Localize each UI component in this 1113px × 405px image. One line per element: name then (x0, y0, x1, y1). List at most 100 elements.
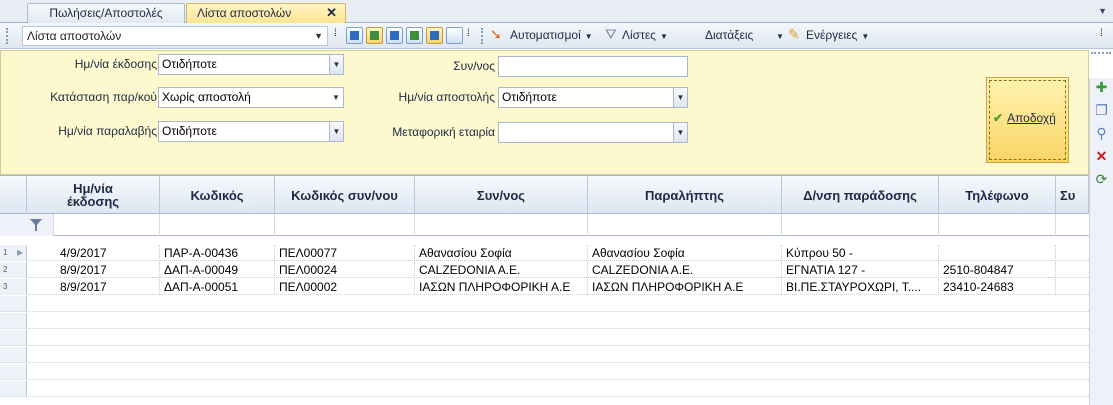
column-header-delivery-address[interactable]: Δ/νση παράδοσης (782, 176, 939, 214)
orders-dropdown-arrow[interactable]: ▼ (772, 28, 784, 42)
actions-menu[interactable]: Ενέργειες ▼ (806, 28, 869, 42)
table-row[interactable]: 3 8/9/2017 ΔΑΠ-Α-00051 ΠΕΛ00002 ΙΑΣΩΝ ΠΛ… (0, 279, 1089, 295)
toolbar-overflow-icon-2[interactable]: ⁞ (467, 28, 470, 39)
current-row-arrow-icon: ▶ (17, 248, 24, 257)
issue-date-combo[interactable]: Οτιδήποτε ▼ (158, 54, 344, 75)
cell-code[interactable]: ΔΑΠ-Α-00051 (160, 279, 275, 295)
carrier-combo[interactable]: ▼ (498, 122, 688, 143)
orders-menu[interactable]: Διατάξεις (705, 28, 753, 42)
add-icon[interactable]: ✚ (1094, 80, 1109, 95)
cell-phone[interactable]: 23410-24683 (939, 279, 1056, 295)
cell-issue-date[interactable]: 4/9/2017 (56, 245, 160, 261)
filter-cell-address[interactable] (782, 214, 939, 236)
cell-partner-code[interactable]: ΠΕΛ00077 (275, 245, 415, 261)
filter-cell-recipient[interactable] (588, 214, 782, 236)
table-row[interactable]: 2 8/9/2017 ΔΑΠ-Α-00049 ΠΕΛ00024 CALZEDON… (0, 262, 1089, 278)
automations-menu[interactable]: Αυτοματισμοί ▼ (510, 28, 593, 42)
filter-cell-partner[interactable] (415, 214, 588, 236)
send-date-value: Οτιδήποτε (502, 90, 557, 104)
side-toolbar: ✚ ❐ ⚲ ✕ ⟳ (1089, 78, 1113, 405)
cell-partner-code[interactable]: ΠΕΛ00002 (275, 279, 415, 295)
cell-partner[interactable]: Αθανασίου Σοφία (415, 245, 588, 261)
document-tab-strip: Πωλήσεις/Αποστολές Λίστα αποστολών ✕ ▼ (0, 0, 1113, 23)
delete-icon[interactable]: ✕ (1094, 149, 1109, 164)
side-toolbar-grip-icon[interactable] (1091, 52, 1111, 56)
partner-label: Συν/νος (453, 59, 495, 73)
checkmark-icon: ✔ (993, 111, 1004, 125)
cell-recipient[interactable]: CALZEDONIA A.E. (588, 262, 782, 278)
column-header-recipient[interactable]: Παραλήπτης (588, 176, 782, 214)
row-indicator[interactable]: 2 (0, 262, 27, 278)
tab-shipment-list[interactable]: Λίστα αποστολών ✕ (186, 3, 346, 23)
preview-icon[interactable] (446, 27, 463, 44)
column-header-issue-date[interactable]: Ημ/νία έκδοσης (27, 176, 160, 214)
export-excel-icon[interactable] (406, 27, 423, 44)
automation-icon: ➘ (490, 26, 502, 42)
tab-close-icon[interactable]: ✕ (326, 4, 337, 22)
cell-recipient[interactable]: Αθανασίου Σοφία (588, 245, 782, 261)
row-indicator[interactable]: 1 ▶ (0, 245, 27, 261)
order-status-combo[interactable]: Χωρίς αποστολή ▼ (158, 87, 344, 108)
cell-address[interactable]: ΕΓΝΑΤΙΑ 127 - (782, 262, 939, 278)
cell-partner-code[interactable]: ΠΕΛ00024 (275, 262, 415, 278)
chevron-down-icon[interactable]: ▼ (673, 88, 687, 107)
search-icon[interactable]: ⚲ (1094, 126, 1109, 141)
cell-partner[interactable]: ΙΑΣΩΝ ΠΛΗΡΟΦΟΡΙΚΗ Α.Ε (415, 279, 588, 295)
cell-address[interactable]: Κύπρου 50 - (782, 245, 939, 261)
orders-menu-label: Διατάξεις (705, 28, 754, 42)
grid-header: Ημ/νία έκδοσης Κωδικός Κωδικός συν/νου Σ… (0, 176, 1089, 214)
automations-menu-label: Αυτοματισμοί (510, 28, 581, 42)
column-header-phone[interactable]: Τηλέφωνο (939, 176, 1056, 214)
cell-address[interactable]: ΒΙ.ΠΕ.ΣΤΑΥΡΟΧΩΡΙ, Τ.... (782, 279, 939, 295)
column-chooser-icon[interactable] (386, 27, 403, 44)
tab-shipment-list-label: Λίστα αποστολών (197, 6, 292, 20)
column-header-partner-code[interactable]: Κωδικός συν/νου (275, 176, 415, 214)
row-indicator[interactable]: 3 (0, 279, 27, 295)
row-indicator (0, 296, 27, 312)
cell-phone[interactable]: 2510-804847 (939, 262, 1056, 278)
copy-icon[interactable]: ❐ (1094, 103, 1109, 118)
chevron-down-icon: ▼ (584, 32, 593, 41)
cell-recipient[interactable]: ΙΑΣΩΝ ΠΛΗΡΟΦΟΡΙΚΗ Α.Ε (588, 279, 782, 295)
view-selector-combo[interactable]: Λίστα αποστολών ▼ (22, 26, 328, 46)
column-header-code[interactable]: Κωδικός (160, 176, 275, 214)
filter-panel-toggle-icon[interactable] (366, 27, 383, 44)
receipt-date-combo[interactable]: Οτιδήποτε ▼ (158, 121, 344, 142)
chevron-down-icon[interactable]: ▼ (314, 27, 323, 45)
chevron-down-icon[interactable]: ▼ (673, 123, 687, 142)
accept-button[interactable]: ✔ Αποδοχή (986, 77, 1069, 163)
toolbar-grip-icon-2[interactable] (481, 28, 484, 44)
accept-button-content: ✔ Αποδοχή (993, 111, 1056, 125)
cell-code[interactable]: ΔΑΠ-Α-00049 (160, 262, 275, 278)
cell-partner[interactable]: CALZEDONIA A.E. (415, 262, 588, 278)
filter-cell-phone[interactable] (939, 214, 1056, 236)
group-panel-icon[interactable] (426, 27, 443, 44)
funnel-icon[interactable] (30, 219, 42, 231)
grid-view-icon[interactable] (346, 27, 363, 44)
toolbar-overflow-icon[interactable]: ⁞ (334, 28, 337, 39)
tab-sales-shipments[interactable]: Πωλήσεις/Αποστολές (27, 3, 185, 23)
toolbar-overflow-icon-3[interactable]: ⁞ (1100, 28, 1103, 39)
actions-menu-label: Ενέργειες (806, 28, 858, 42)
lists-funnel-icon: ⛛ (605, 26, 617, 42)
partner-input[interactable] (498, 56, 688, 77)
tab-overflow-chevron-icon[interactable]: ▼ (1098, 6, 1107, 16)
filter-cell-issue-date[interactable] (54, 214, 160, 236)
toolbar-grip-icon[interactable] (6, 28, 9, 44)
cell-issue-date[interactable]: 8/9/2017 (56, 262, 160, 278)
column-header-partner[interactable]: Συν/νος (415, 176, 588, 214)
table-row[interactable]: 1 ▶ 4/9/2017 ΠΑΡ-Α-00436 ΠΕΛ00077 Αθανασί… (0, 245, 1089, 261)
column-header-partial[interactable]: Συ (1056, 176, 1089, 214)
refresh-icon[interactable]: ⟳ (1094, 172, 1109, 187)
filter-cell-partner-code[interactable] (275, 214, 415, 236)
lists-menu[interactable]: Λίστες ▼ (622, 28, 668, 42)
filter-row-indicator (0, 214, 54, 236)
actions-wrench-icon: ✎ (788, 26, 800, 42)
receipt-date-value: Οτιδήποτε (162, 124, 217, 138)
filter-cell-code[interactable] (160, 214, 275, 236)
cell-code[interactable]: ΠΑΡ-Α-00436 (160, 245, 275, 261)
cell-phone[interactable] (939, 245, 1056, 261)
issue-date-label: Ημ/νία έκδοσης (74, 57, 157, 71)
cell-issue-date[interactable]: 8/9/2017 (56, 279, 160, 295)
send-date-combo[interactable]: Οτιδήποτε ▼ (498, 87, 688, 108)
